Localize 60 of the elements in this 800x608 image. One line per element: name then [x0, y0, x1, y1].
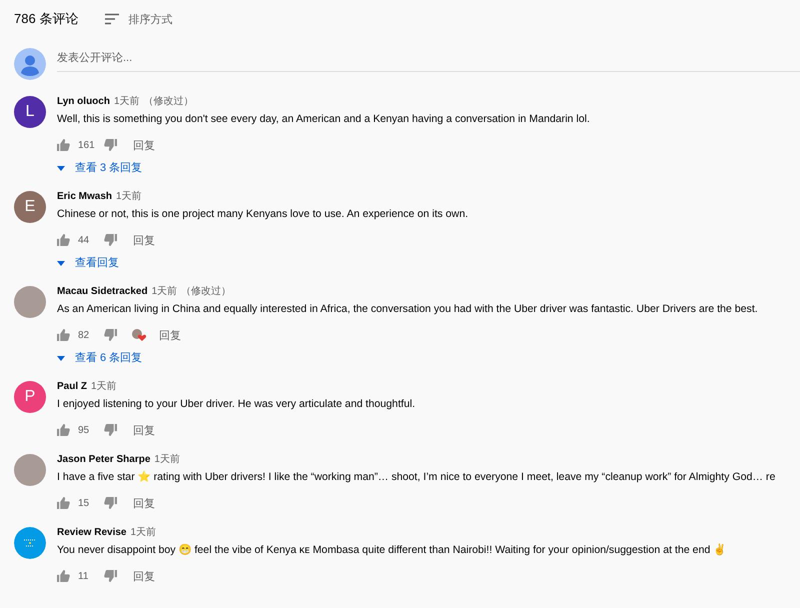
- reply-button[interactable]: 回复: [133, 138, 155, 152]
- like-count: 11: [78, 570, 90, 582]
- comment-text: As an American living in China and equally interested in Africa, the conversation you had with the Uber driver was fantastic. Uber Drivers are the best.: [57, 302, 759, 317]
- thumbs-up-icon[interactable]: [57, 570, 70, 582]
- caret-icon: [57, 356, 65, 361]
- caret-icon: [57, 166, 65, 171]
- reply-button[interactable]: 回复: [159, 328, 181, 342]
- thumbs-up-icon[interactable]: [57, 497, 70, 509]
- author-name[interactable]: Jason Peter Sharpe: [57, 454, 150, 464]
- comment-text: Well, this is something you don't see every day, an American and a Kenyan having a conversation in Mandarin lol.: [57, 112, 591, 127]
- comment-input-field[interactable]: 发表公开评论...: [57, 48, 800, 72]
- thumbs-down-icon[interactable]: [104, 497, 117, 509]
- sort-button[interactable]: 排序方式: [104, 12, 172, 26]
- comment-time: 1天前: [154, 453, 180, 466]
- caret-icon: [57, 261, 65, 266]
- user-avatar-icon: [14, 48, 46, 80]
- comment-time: 1天前: [116, 190, 142, 203]
- thumbs-down-icon[interactable]: [104, 329, 117, 341]
- edited-label: （修改过）: [181, 284, 232, 298]
- reply-button[interactable]: 回复: [133, 232, 155, 248]
- comment-text: Chinese or not, this is one project many Kenyans love to use. An experience on its own.: [57, 207, 470, 222]
- author-name[interactable]: Macau Sidetracked: [57, 286, 148, 296]
- avatar-photo-placeholder: [14, 286, 46, 318]
- reply-button[interactable]: 回复: [133, 568, 155, 584]
- view-replies-link[interactable]: 查看回复: [57, 257, 119, 270]
- thumbs-down-icon[interactable]: [104, 234, 117, 246]
- thumbs-up-icon[interactable]: [57, 234, 70, 246]
- view-replies-link[interactable]: 查看 3 条回复: [57, 162, 142, 175]
- thumbs-down-icon[interactable]: [104, 139, 117, 151]
- comment-time: 1天前: [91, 380, 117, 393]
- author-name[interactable]: Paul Z: [57, 380, 88, 392]
- thumbs-down-icon[interactable]: [104, 570, 117, 582]
- reply-button[interactable]: 回复: [133, 422, 155, 438]
- avatar-letter: P: [14, 381, 46, 413]
- comment-text: You never disappoint boy 😁 feel the vibe of Kenya ᴋᴇ Mombasa quite different than Nairobi!! Waiting for your opinion/suggestion at the end ✌: [57, 543, 728, 558]
- comment-time: 1天前: [130, 526, 156, 539]
- comment-time: 1天前: [114, 95, 140, 108]
- like-count: 82: [78, 330, 90, 340]
- like-count: 44: [78, 234, 90, 246]
- comment-time: 1天前: [152, 285, 178, 298]
- thumbs-down-icon[interactable]: [104, 424, 117, 436]
- like-count: 15: [78, 498, 90, 508]
- author-name[interactable]: Lyn oluoch: [57, 96, 110, 106]
- avatar-photo-placeholder: [14, 454, 46, 486]
- author-name[interactable]: Review Revise: [57, 526, 126, 538]
- avatar-letter: L: [14, 96, 46, 128]
- thumbs-up-icon[interactable]: [57, 139, 70, 151]
- like-count: 161: [78, 140, 96, 150]
- reply-button[interactable]: 回复: [133, 496, 155, 510]
- comment-text: I have a five star ⭐ rating with Uber drivers! I like the “working man”… shoot, I’m nice to everyone I meet, leave my “cleanup work” for Almighty God… re: [57, 470, 776, 485]
- sort-icon: [104, 13, 120, 25]
- thumbs-up-icon[interactable]: [57, 329, 70, 341]
- view-replies-link[interactable]: 查看 6 条回复: [57, 352, 142, 365]
- comment-count: 786 条评论: [14, 10, 78, 28]
- comment-text: I enjoyed listening to your Uber driver. He was very articulate and thoughtful.: [57, 397, 416, 412]
- avatar-letter: E: [14, 191, 46, 223]
- author-name[interactable]: Eric Mwash: [57, 190, 112, 202]
- edited-label: （修改过）: [144, 94, 194, 108]
- like-count: 95: [78, 424, 90, 436]
- thumbs-up-icon[interactable]: [57, 424, 70, 436]
